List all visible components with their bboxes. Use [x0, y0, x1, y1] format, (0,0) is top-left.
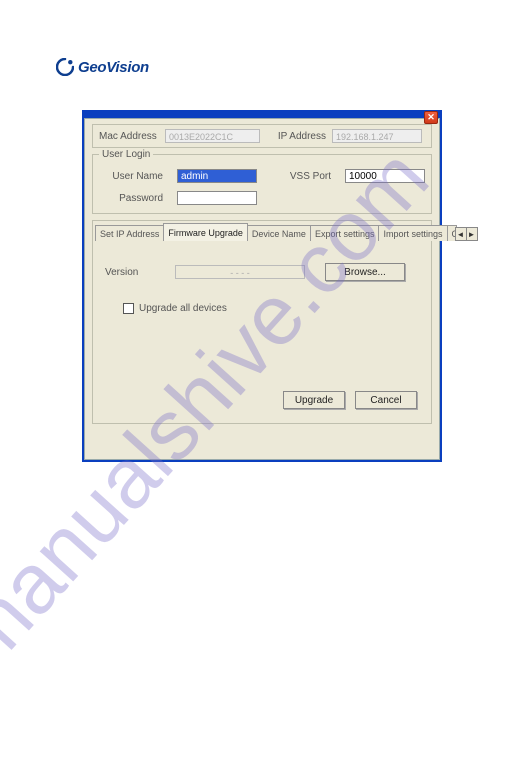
- upgrade-all-checkbox[interactable]: [123, 303, 134, 314]
- ip-address-field: 192.168.1.247: [332, 129, 422, 143]
- tabs-container: Set IP Address Firmware Upgrade Device N…: [92, 220, 432, 424]
- tab-export-settings[interactable]: Export settings: [310, 225, 380, 241]
- login-grid: User Name admin VSS Port 10000 Password: [103, 169, 425, 205]
- tab-strip: Set IP Address Firmware Upgrade Device N…: [95, 223, 429, 241]
- upgrade-button[interactable]: Upgrade: [283, 391, 345, 409]
- tab-firmware-upgrade[interactable]: Firmware Upgrade: [163, 223, 248, 241]
- dialog-content: Mac Address 0013E2022C1C IP Address 192.…: [84, 118, 440, 460]
- dialog-action-buttons: Upgrade Cancel: [283, 391, 417, 409]
- tab-device-name[interactable]: Device Name: [247, 225, 311, 241]
- username-input[interactable]: admin: [177, 169, 257, 183]
- password-input[interactable]: [177, 191, 257, 205]
- ip-address-label: IP Address: [266, 131, 326, 142]
- vss-port-input[interactable]: 10000: [345, 169, 425, 183]
- user-login-group: User Login User Name admin VSS Port 1000…: [92, 154, 432, 214]
- version-display: - - - -: [175, 265, 305, 279]
- tab-set-ip-address[interactable]: Set IP Address: [95, 225, 164, 241]
- tab-scroll-right[interactable]: ►: [466, 227, 478, 241]
- dialog-window: ✕ Mac Address 0013E2022C1C IP Address 19…: [82, 110, 442, 462]
- vss-port-label: VSS Port: [271, 171, 331, 182]
- cancel-button[interactable]: Cancel: [355, 391, 417, 409]
- firmware-upgrade-panel: Version - - - - Browse... Upgrade all de…: [95, 245, 429, 417]
- tab-import-settings[interactable]: Import settings: [378, 225, 447, 241]
- brand-logo: GeoVision: [56, 58, 149, 76]
- upgrade-all-row: Upgrade all devices: [123, 303, 419, 314]
- tab-scroll-arrows: ◄ ►: [456, 227, 478, 241]
- password-label: Password: [103, 193, 163, 204]
- address-row: Mac Address 0013E2022C1C IP Address 192.…: [92, 124, 432, 148]
- browse-button[interactable]: Browse...: [325, 263, 405, 281]
- version-row: Version - - - - Browse...: [105, 263, 419, 281]
- mac-address-field: 0013E2022C1C: [165, 129, 260, 143]
- mac-address-label: Mac Address: [99, 131, 159, 142]
- username-label: User Name: [103, 171, 163, 182]
- upgrade-all-label: Upgrade all devices: [139, 303, 227, 314]
- user-login-legend: User Login: [99, 149, 153, 160]
- brand-swirl-icon: [56, 58, 74, 76]
- brand-name: GeoVision: [78, 59, 149, 76]
- version-label: Version: [105, 267, 155, 278]
